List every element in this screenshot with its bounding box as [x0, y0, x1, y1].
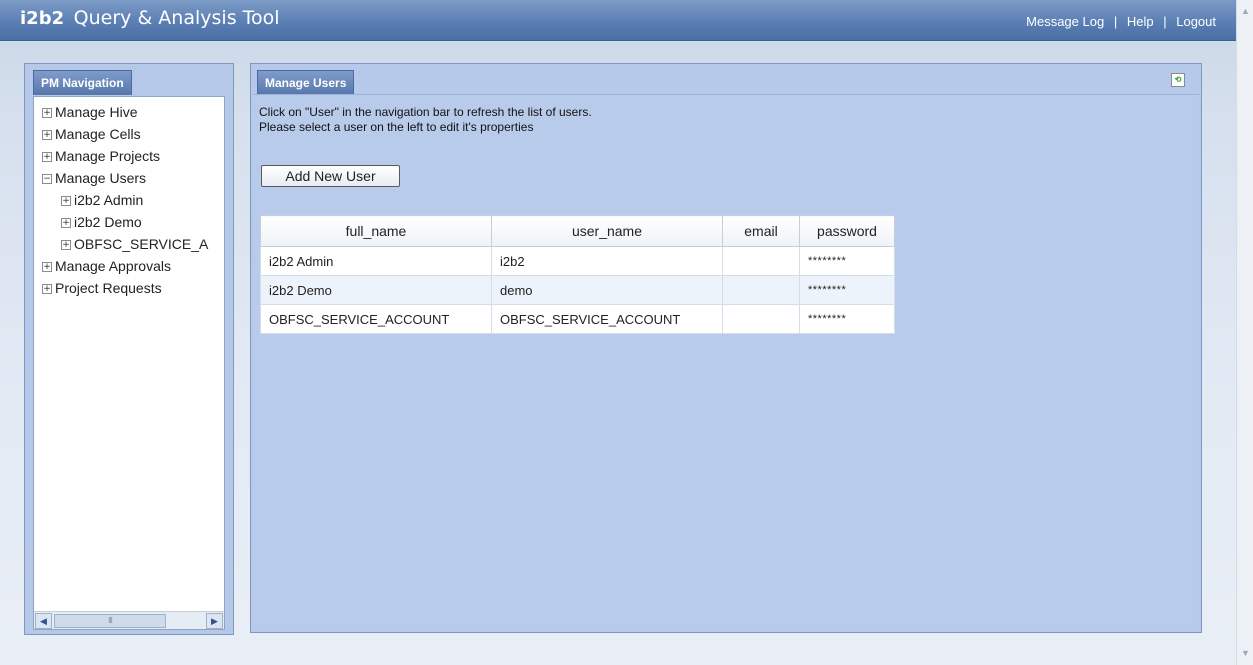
add-new-user-button[interactable]: Add New User [261, 165, 400, 187]
arrow-left-icon[interactable]: ◀ [35, 613, 52, 629]
tree-item-label: Manage Users [55, 170, 147, 186]
table-row[interactable]: i2b2 Admin i2b2 ******** [260, 246, 895, 276]
expand-icon[interactable]: + [42, 108, 52, 119]
tree-item[interactable]: + OBFSC_SERVICE_A [34, 233, 224, 255]
scroll-thumb[interactable]: III [54, 614, 166, 628]
help-link[interactable]: Help [1127, 14, 1154, 29]
pm-navigation-panel: PM Navigation + Manage Hive + Manage Cells +… [24, 63, 234, 635]
app-header: i2b2 Query & Analysis Tool Message Log |… [0, 0, 1236, 41]
collapse-icon[interactable]: − [42, 174, 52, 185]
cell-full-name: OBFSC_SERVICE_ACCOUNT [260, 304, 492, 334]
cell-user-name: i2b2 [491, 246, 723, 276]
instruction-line-2: Please select a user on the left to edit… [259, 120, 534, 134]
instructions: Click on "User" in the navigation bar to… [259, 105, 592, 135]
column-header-full-name[interactable]: full_name [260, 215, 492, 247]
cell-full-name: i2b2 Demo [260, 275, 492, 305]
tree-item-label: OBFSC_SERVICE_A [74, 236, 209, 252]
arrow-down-icon[interactable]: ▼ [1237, 645, 1253, 662]
tree-item[interactable]: + i2b2 Demo [34, 211, 224, 233]
tree-item-label: Manage Approvals [55, 258, 171, 274]
expand-icon[interactable]: + [42, 152, 52, 163]
cell-password: ******** [799, 275, 895, 305]
refresh-icon[interactable]: ⟲ [1171, 73, 1185, 87]
tree-item-label: Manage Cells [55, 126, 141, 142]
tree-list: + Manage Hive + Manage Cells + Manage Project… [34, 97, 224, 299]
table-row[interactable]: OBFSC_SERVICE_ACCOUNT OBFSC_SERVICE_ACCOU… [260, 304, 895, 334]
brand: i2b2 Query & Analysis Tool [20, 7, 280, 30]
tree-item[interactable]: + Manage Hive [34, 101, 224, 123]
tree-item[interactable]: − Manage Users [34, 167, 224, 189]
app-title: Query & Analysis Tool [73, 7, 280, 29]
tree-item-label: Manage Hive [55, 104, 138, 120]
top-links: Message Log | Help | Logout [1026, 14, 1216, 29]
tree-item-label: Project Requests [55, 280, 162, 296]
link-separator: | [1163, 14, 1167, 29]
tab-pm-navigation[interactable]: PM Navigation [33, 70, 132, 95]
logout-link[interactable]: Logout [1176, 14, 1216, 29]
tree-item[interactable]: + Manage Cells [34, 123, 224, 145]
table-row[interactable]: i2b2 Demo demo ******** [260, 275, 895, 305]
expand-icon[interactable]: + [42, 284, 52, 295]
expand-icon[interactable]: + [42, 130, 52, 141]
window-scrollbar[interactable]: ▲ ▼ [1236, 0, 1253, 665]
navigation-tree: + Manage Hive + Manage Cells + Manage Project… [33, 96, 225, 630]
tree-item[interactable]: + i2b2 Admin [34, 189, 224, 211]
users-table-body: i2b2 Admin i2b2 ******** i2b2 Demo demo *****… [260, 246, 895, 334]
expand-icon[interactable]: + [42, 262, 52, 273]
cell-email [722, 304, 800, 334]
tree-item-label: Manage Projects [55, 148, 161, 164]
cell-email [722, 246, 800, 276]
app-logo: i2b2 [20, 8, 65, 29]
cell-password: ******** [799, 246, 895, 276]
cell-user-name: demo [491, 275, 723, 305]
tree-item-label: i2b2 Admin [74, 192, 144, 208]
arrow-up-icon[interactable]: ▲ [1237, 3, 1253, 20]
cell-password: ******** [799, 304, 895, 334]
tree-item[interactable]: + Manage Projects [34, 145, 224, 167]
expand-icon[interactable]: + [61, 218, 71, 229]
expand-icon[interactable]: + [61, 196, 71, 207]
expand-icon[interactable]: + [61, 240, 71, 251]
table-header-row: full_name user_name email password [260, 215, 895, 247]
tree-item-label: i2b2 Demo [74, 214, 142, 230]
link-separator: | [1113, 14, 1118, 29]
tab-manage-users[interactable]: Manage Users [257, 70, 355, 95]
cell-full-name: i2b2 Admin [260, 246, 492, 276]
arrow-right-icon[interactable]: ▶ [206, 613, 223, 629]
tree-horizontal-scrollbar[interactable]: ◀ III ▶ [34, 611, 224, 629]
message-log-link[interactable]: Message Log [1026, 14, 1104, 29]
cell-user-name: OBFSC_SERVICE_ACCOUNT [491, 304, 723, 334]
column-header-user-name[interactable]: user_name [491, 215, 723, 247]
tree-item[interactable]: + Project Requests [34, 277, 224, 299]
instruction-line-1: Click on "User" in the navigation bar to… [259, 105, 592, 119]
manage-users-panel: Manage Users ⟲ Click on "User" in the na… [250, 63, 1202, 633]
column-header-email[interactable]: email [722, 215, 800, 247]
cell-email [722, 275, 800, 305]
users-table: full_name user_name email password i2b2 … [260, 215, 895, 334]
tree-item[interactable]: + Manage Approvals [34, 255, 224, 277]
column-header-password[interactable]: password [799, 215, 895, 247]
manage-users-body: Click on "User" in the navigation bar to… [253, 94, 1199, 631]
